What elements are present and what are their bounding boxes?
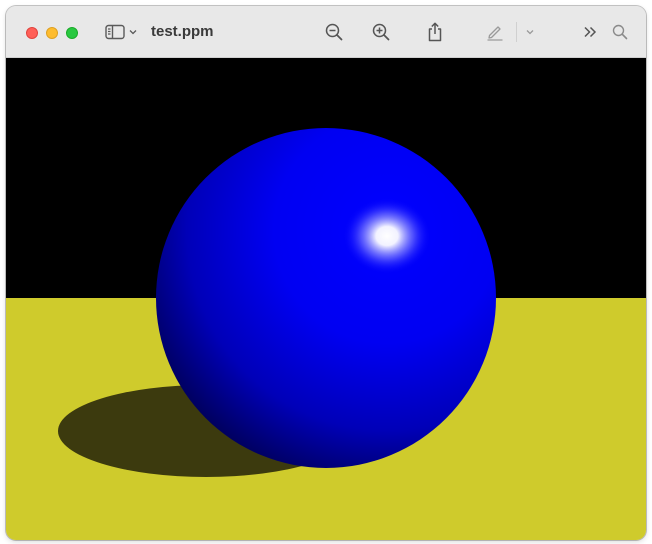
zoom-window-button[interactable] [66, 27, 78, 39]
share-icon [427, 22, 443, 42]
chevron-down-icon [129, 29, 137, 35]
sphere [156, 128, 496, 468]
markup-menu-button[interactable] [522, 20, 538, 44]
toolbar-divider [516, 22, 517, 42]
pencil-icon [486, 23, 504, 41]
toolbar-overflow-button[interactable] [580, 20, 600, 44]
preview-window: test.ppm [6, 6, 646, 540]
chevron-down-icon [526, 29, 534, 35]
search-button[interactable] [609, 20, 631, 44]
sidebar-toggle-button[interactable] [102, 20, 140, 44]
share-button[interactable] [423, 20, 447, 44]
markup-button[interactable] [484, 20, 506, 44]
image-canvas [6, 58, 646, 540]
sidebar-icon [105, 24, 125, 40]
zoom-in-icon [372, 23, 390, 41]
specular-highlight [343, 198, 431, 274]
title-bar: test.ppm [6, 6, 646, 58]
minimize-window-button[interactable] [46, 27, 58, 39]
search-icon [612, 24, 628, 40]
rendered-image [6, 58, 646, 540]
zoom-in-button[interactable] [369, 20, 393, 44]
zoom-out-button[interactable] [322, 20, 346, 44]
close-window-button[interactable] [26, 27, 38, 39]
chevron-double-right-icon [583, 26, 597, 38]
zoom-out-icon [325, 23, 343, 41]
window-title: test.ppm [151, 23, 214, 40]
